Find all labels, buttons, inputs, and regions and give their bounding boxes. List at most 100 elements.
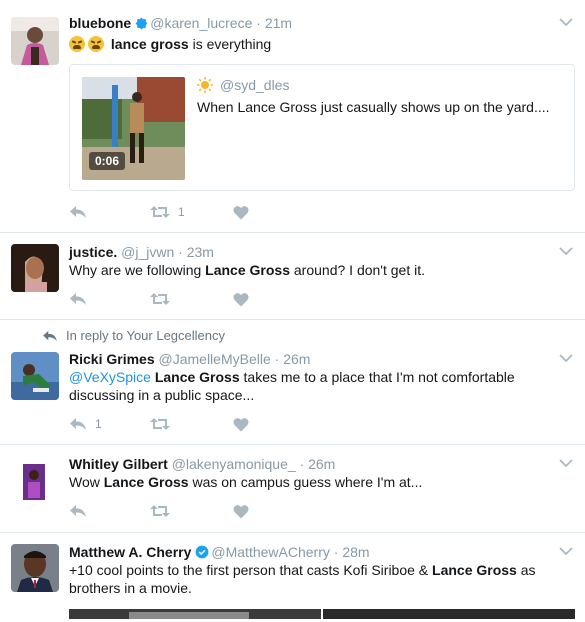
username[interactable]: @j_jvwn [121,244,174,260]
reply-button[interactable] [69,204,87,220]
avatar[interactable] [11,17,59,65]
quoted-tweet[interactable]: 0:06 @syd_dles When Lance Gross just cas… [69,64,575,191]
reply-icon [70,418,86,430]
reply-button[interactable] [69,503,87,519]
highlighted-term: Lance Gross [103,474,189,490]
reply-icon [70,505,86,517]
text-segment: Wow [69,474,104,490]
like-button[interactable] [233,291,249,307]
tweet-text: +10 cool points to the first person that… [69,561,559,597]
video-duration: 0:06 [89,152,126,170]
quoted-tweet-header: @syd_dles [197,77,289,93]
reply-icon [70,206,86,218]
text-segment: brothers in a movie. [69,580,192,596]
display-name[interactable]: Ricki Grimes [69,351,155,367]
avatar-image [11,352,59,400]
reply-button[interactable] [69,291,87,307]
chevron-down-icon[interactable] [559,247,573,256]
text-segment: +10 cool points to the first person that… [69,562,433,578]
tweet-text: lance gross is everything [69,35,559,53]
tweet-ricki-grimes[interactable]: In reply to Your Legcellency Ricki Grime… [0,320,585,445]
retweet-button[interactable] [150,503,170,519]
separator-dot: · [299,456,305,472]
tweet-text: @VeXySpice Lance Gross takes me to a pla… [69,368,559,404]
tweet-text: Why are we following Lance Gross around?… [69,261,559,279]
avatar[interactable] [11,544,59,592]
like-icon [233,417,249,431]
avatar[interactable] [11,244,59,292]
display-name[interactable]: Matthew A. Cherry [69,544,191,560]
highlighted-term: Lance Gross [205,262,290,278]
media-preview[interactable] [69,606,575,619]
like-button[interactable] [233,503,249,519]
tweet-header: justice. @j_jvwn · 23m [69,243,214,261]
reply-context[interactable]: In reply to Your Legcellency [42,328,225,343]
text-segment: discussing in a public space... [69,387,255,403]
display-name[interactable]: bluebone [69,15,131,31]
avatar-image [11,244,59,292]
tweet-justice[interactable]: justice. @j_jvwn · 23m Why are we follow… [0,233,585,320]
text-segment: was on campus guess where I'm at... [188,474,423,490]
text-segment: Why are we following [69,262,206,278]
display-name[interactable]: justice. [69,244,117,260]
mention-link[interactable]: @VeXySpice [69,369,151,385]
tweet-text: Wow Lance Gross was on campus guess wher… [69,473,559,491]
retweet-button[interactable] [150,291,170,307]
quoted-username[interactable]: @syd_dles [220,77,289,93]
avatar[interactable] [11,352,59,400]
retweet-icon [150,418,170,430]
retweet-icon [150,505,170,517]
tweet-header: Ricki Grimes @JamelleMyBelle · 26m [69,350,310,368]
tweet-matthew-a-cherry[interactable]: Matthew A. Cherry @MatthewACherry · 28m +… [0,533,585,619]
username[interactable]: @MatthewACherry [211,544,329,560]
verified-badge-icon [135,16,148,34]
reply-count: 1 [95,417,102,431]
video-thumbnail[interactable]: 0:06 [82,77,185,180]
tweet-header: bluebone @karen_lucrece · 21m [69,14,292,34]
highlighted-term: Lance Gross [154,369,240,385]
avatar-image [11,17,59,65]
quoted-tweet-text: When Lance Gross just casually shows up … [197,99,550,115]
retweet-button[interactable]: 1 [150,204,185,220]
timestamp[interactable]: 21m [265,15,292,31]
retweet-button[interactable] [150,416,170,432]
display-name[interactable]: Whitley Gilbert [69,456,168,472]
chevron-down-icon[interactable] [559,354,573,363]
text-segment: around? I don't get it. [290,262,425,278]
timestamp[interactable]: 26m [308,456,335,472]
media-preview-image [69,609,575,619]
highlighted-term: Lance Gross [432,562,517,578]
text-segment: takes me to a place that I'm not comfort… [239,369,515,385]
like-icon [233,292,249,306]
tweet-header: Matthew A. Cherry @MatthewACherry · 28m [69,543,370,563]
like-icon [233,205,249,219]
reply-icon [70,293,86,305]
timestamp[interactable]: 23m [187,244,214,260]
timestamp[interactable]: 28m [342,544,369,560]
retweet-icon [150,293,170,305]
chevron-down-icon[interactable] [559,18,573,27]
text-segment: is everything [188,36,272,52]
sun-emoji-icon [197,77,213,93]
separator-dot: · [333,544,339,560]
separator-dot: · [274,351,280,367]
weary-face-emoji [69,36,85,52]
username[interactable]: @lakenyamonique_ [172,456,296,472]
tweet-whitley-gilbert[interactable]: Whitley Gilbert @lakenyamonique_ · 26m W… [0,445,585,533]
text-segment: as [516,562,536,578]
like-button[interactable] [233,416,249,432]
avatar-image [11,458,59,506]
timestamp[interactable]: 26m [283,351,310,367]
reply-button[interactable]: 1 [69,416,102,432]
avatar[interactable] [11,458,59,506]
separator-dot: · [256,15,261,31]
chevron-down-icon[interactable] [559,459,573,468]
username[interactable]: @JamelleMyBelle [159,351,271,367]
tweet-header: Whitley Gilbert @lakenyamonique_ · 26m [69,455,335,473]
chevron-down-icon[interactable] [559,547,573,556]
tweet-bluebone[interactable]: bluebone @karen_lucrece · 21m lance gross… [0,0,585,233]
like-button[interactable] [233,204,249,220]
weary-face-emoji [88,36,104,52]
username[interactable]: @karen_lucrece [150,15,252,31]
reply-icon [43,330,57,341]
